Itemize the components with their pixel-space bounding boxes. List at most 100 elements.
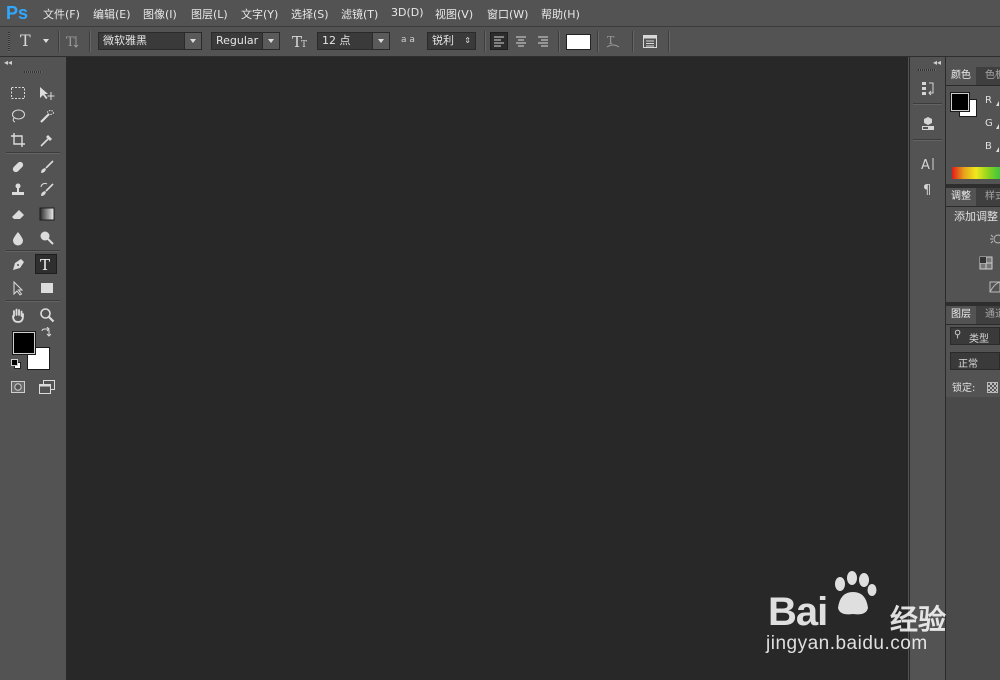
- eyedropper-tool[interactable]: [36, 130, 58, 150]
- lasso-tool[interactable]: [7, 106, 29, 126]
- slider-b-handle[interactable]: [996, 147, 999, 152]
- eraser-tool[interactable]: [7, 204, 29, 224]
- screen-mode-icon[interactable]: [36, 377, 58, 397]
- tab-layers[interactable]: 图层: [946, 306, 976, 324]
- align-center-button[interactable]: [512, 32, 530, 50]
- tools-panel-grip[interactable]: [24, 71, 42, 73]
- menu-file[interactable]: 文件(F): [43, 6, 80, 22]
- separator: [6, 300, 60, 301]
- crop-tool[interactable]: [7, 130, 29, 150]
- rectangle-tool[interactable]: [36, 278, 58, 298]
- tab-color[interactable]: 颜色: [946, 67, 976, 85]
- channel-g-label: G: [985, 118, 993, 129]
- curves-icon[interactable]: [989, 281, 1000, 293]
- tab-swatches[interactable]: 色板: [980, 67, 1000, 85]
- layers-list[interactable]: [946, 397, 1000, 680]
- lock-label: 锁定:: [952, 383, 976, 394]
- blur-tool[interactable]: [7, 228, 29, 248]
- slider-r-handle[interactable]: [996, 101, 999, 106]
- brush-tool[interactable]: [36, 157, 58, 177]
- default-colors-icon[interactable]: [11, 359, 21, 369]
- right-panels: 颜色 色板 R G B 调整 样式 添加调整 图层 通道 ⚲ 类型 正常 锁定:: [946, 57, 1000, 680]
- brightness-contrast-icon[interactable]: [989, 232, 1000, 246]
- levels-icon[interactable]: [979, 256, 993, 270]
- menu-layer[interactable]: 图层(L): [191, 6, 228, 22]
- separator: [597, 31, 598, 52]
- panel-grip[interactable]: [918, 69, 936, 71]
- hand-tool[interactable]: [7, 305, 29, 325]
- baidu-paw-logo: [835, 571, 877, 615]
- font-style-select[interactable]: Regular: [211, 32, 280, 50]
- text-color-swatch[interactable]: [566, 34, 591, 50]
- menu-image[interactable]: 图像(I): [143, 6, 177, 22]
- antialias-icon: a a: [401, 35, 415, 45]
- options-bar-grip[interactable]: [8, 32, 10, 52]
- separator: [668, 31, 669, 52]
- color-panel-tabs: 颜色 色板: [946, 67, 1000, 86]
- chevron-down-icon[interactable]: [43, 39, 49, 43]
- zoom-tool[interactable]: [36, 305, 58, 325]
- gradient-tool[interactable]: [36, 204, 58, 224]
- font-size-icon: TT: [292, 33, 310, 49]
- menu-type[interactable]: 文字(Y): [241, 6, 278, 22]
- menu-help[interactable]: 帮助(H): [541, 6, 580, 22]
- svg-text:T: T: [66, 35, 75, 49]
- pen-tool[interactable]: [7, 255, 29, 275]
- character-panel-toggle-icon[interactable]: [642, 33, 658, 49]
- font-family-value: 微软雅黑: [103, 34, 147, 47]
- antialias-select[interactable]: 锐利 ⇕: [427, 32, 476, 50]
- foreground-color-swatch[interactable]: [12, 331, 36, 355]
- tab-channels[interactable]: 通道: [980, 306, 1000, 324]
- history-icon[interactable]: [916, 77, 940, 99]
- tab-styles[interactable]: 样式: [980, 188, 1000, 206]
- menu-edit[interactable]: 编辑(E): [93, 6, 131, 22]
- 3d-icon[interactable]: [916, 113, 940, 135]
- tab-adjustments[interactable]: 调整: [946, 188, 976, 206]
- slider-g-handle[interactable]: [996, 124, 999, 129]
- layer-filter-field[interactable]: ⚲ 类型: [950, 327, 1000, 345]
- lock-transparent-pixels-icon[interactable]: [987, 382, 998, 393]
- menu-view[interactable]: 视图(V): [435, 6, 473, 22]
- healing-brush-tool[interactable]: [7, 157, 29, 177]
- align-right-button[interactable]: [534, 32, 552, 50]
- move-tool[interactable]: [36, 83, 58, 103]
- separator: [89, 31, 90, 52]
- color-ramp[interactable]: [952, 167, 1000, 179]
- separator: [58, 31, 59, 52]
- watermark-url: jingyan.baidu.com: [766, 633, 928, 654]
- layer-filter-label: 类型: [969, 334, 989, 345]
- color-panel-foreground-swatch[interactable]: [950, 92, 970, 112]
- quick-selection-tool[interactable]: [36, 106, 58, 126]
- updown-arrows-icon: ⇕: [464, 36, 471, 45]
- warp-text-icon[interactable]: T: [605, 33, 621, 50]
- text-orientation-icon[interactable]: T: [66, 33, 82, 49]
- chevron-down-icon: [184, 33, 201, 49]
- blend-mode-select[interactable]: 正常: [950, 352, 1000, 370]
- path-selection-tool[interactable]: [7, 278, 29, 298]
- separator: [484, 31, 485, 52]
- separator: [558, 31, 559, 52]
- history-brush-tool[interactable]: [36, 180, 58, 200]
- font-size-select[interactable]: 12 点: [317, 32, 390, 50]
- marquee-tool[interactable]: [7, 83, 29, 103]
- align-left-button[interactable]: [490, 32, 508, 50]
- type-tool-preset-icon[interactable]: T: [20, 31, 31, 50]
- quick-mask-icon[interactable]: [7, 377, 29, 397]
- separator: [6, 250, 60, 251]
- menu-window[interactable]: 窗口(W): [487, 6, 528, 22]
- clone-stamp-tool[interactable]: [7, 180, 29, 200]
- blend-mode-value: 正常: [958, 359, 978, 370]
- font-family-select[interactable]: 微软雅黑: [98, 32, 202, 50]
- swap-colors-icon[interactable]: [40, 327, 52, 339]
- svg-text:¶: ¶: [923, 183, 931, 197]
- type-tool[interactable]: T: [35, 254, 57, 274]
- paragraph-icon[interactable]: ¶: [916, 178, 940, 200]
- menu-select[interactable]: 选择(S): [291, 6, 329, 22]
- character-icon[interactable]: A: [916, 153, 940, 175]
- menu-3d[interactable]: 3D(D): [391, 6, 424, 19]
- dodge-tool[interactable]: [36, 228, 58, 248]
- baidu-jingyan-watermark: Bai 经验 jingyan.baidu.com: [760, 570, 950, 665]
- menu-filter[interactable]: 滤镜(T): [341, 6, 378, 22]
- collapse-panel-icon[interactable]: ◂◂: [933, 58, 941, 67]
- collapse-panel-icon[interactable]: ◂◂: [4, 58, 12, 67]
